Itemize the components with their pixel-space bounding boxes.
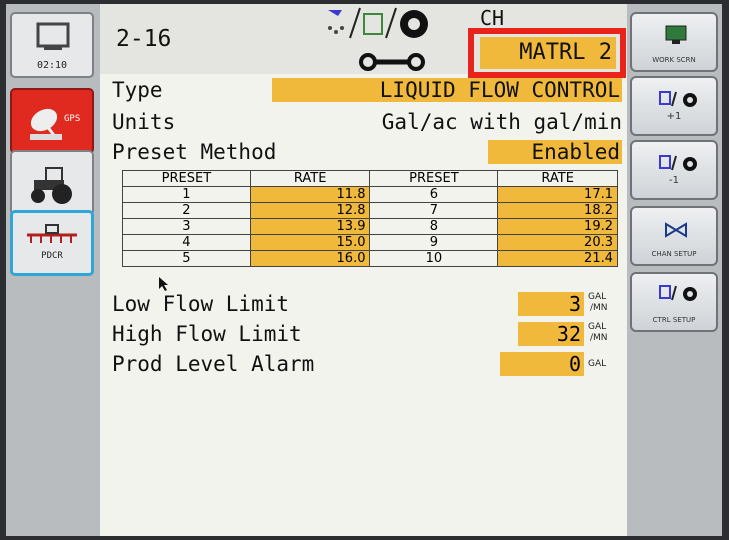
minus-one-label: -1 [669,175,679,186]
boom-sprayer-icon [27,224,77,243]
gps-label: GPS [64,114,81,124]
work-screen-icon [665,25,687,44]
tractor-icon [31,167,72,204]
preset-rate-table: PRESET RATE PRESET RATE 1 11.8 6 17.1 2 … [122,170,618,267]
work-screen-button[interactable]: WORK SCRN [630,12,718,72]
preset-number: 2 [122,202,251,219]
table-row: 1 11.8 6 17.1 [122,186,618,203]
clock-label: 02:10 [36,60,68,71]
preset-number: 4 [122,234,251,251]
preset-rate[interactable]: 17.1 [497,186,618,203]
plus-one-button[interactable]: +1 [630,76,718,136]
preset-rate[interactable]: 11.8 [249,186,371,203]
low-flow-unit-top: GAL [588,292,607,302]
preset-method-label: Preset Method [112,140,277,164]
preset-number: 7 [369,202,499,219]
preset-number: 9 [369,234,499,251]
preset-rate[interactable]: 16.0 [249,250,371,267]
preset-number: 8 [369,218,499,235]
high-flow-limit-value[interactable]: 32 [518,322,584,346]
high-flow-limit-label: High Flow Limit [112,322,302,346]
units-label: Units [112,110,176,134]
preset-number: 1 [122,186,251,203]
alarm-unit: GAL [588,359,607,369]
chan-setup-button[interactable]: CHAN SETUP [630,206,718,266]
preset-number: 6 [369,186,499,203]
units-value: Gal/ac with gal/min [381,110,622,134]
low-flow-unit-bottom: /MN [590,303,608,313]
ctrl-setup-button[interactable]: CTRL SETUP [630,272,718,332]
preset-rate[interactable]: 20.3 [497,234,618,251]
table-row: 4 15.0 9 20.3 [122,234,618,251]
prod-level-alarm-label: Prod Level Alarm [112,352,315,376]
right-sidebar: WORK SCRN +1 -1 CHAN SETUP CTRL SETUP [627,4,722,536]
preset-method-value[interactable]: Enabled [488,140,622,164]
column-header: RATE [249,170,371,187]
tractor-button[interactable] [10,150,94,216]
work-screen-label: WORK SCRN [652,56,696,64]
header-bar: 2-16 CH MATRL 2 [100,4,627,78]
chan-setup-label: CHAN SETUP [651,250,697,258]
low-flow-limit-value[interactable]: 3 [518,292,584,316]
prod-level-alarm-value[interactable]: 0 [500,352,584,376]
left-sidebar: 02:10 GPS PDCR [6,4,100,536]
type-value[interactable]: LIQUID FLOW CONTROL [272,78,622,102]
gps-button[interactable]: GPS [10,88,94,154]
cursor-arrow-icon [159,277,168,291]
screen-code: 2-16 [116,26,172,52]
table-header-row: PRESET RATE PRESET RATE [122,170,618,187]
type-label: Type [112,78,163,102]
preset-number: 3 [122,218,251,235]
column-header: PRESET [369,170,499,187]
preset-number: 5 [122,250,251,267]
preset-rate[interactable]: 13.9 [249,218,371,235]
table-row: 3 13.9 8 19.2 [122,218,618,235]
column-header: RATE [497,170,618,187]
pdcr-label: PDCR [41,251,63,261]
preset-rate[interactable]: 21.4 [497,250,618,267]
minus-one-button[interactable]: -1 [630,140,718,200]
preset-rate[interactable]: 18.2 [497,202,618,219]
pdcr-button[interactable]: PDCR [10,210,94,276]
material-highlight-box [468,28,626,78]
high-flow-unit-top: GAL [588,322,607,332]
low-flow-limit-label: Low Flow Limit [112,292,290,316]
main-content: 2-16 CH MATRL 2 Type LIQUID FLOW CONTROL… [100,4,627,536]
preset-rate[interactable]: 12.8 [249,202,371,219]
ctrl-setup-label: CTRL SETUP [652,316,696,324]
monitor-clock-button[interactable]: 02:10 [10,12,94,78]
plus-one-label: +1 [666,111,682,122]
product-setup-icon [328,7,428,71]
display-screen: 02:10 GPS PDCR 2-16 CH MATRL 2 Type LIQU… [6,4,722,536]
column-header: PRESET [122,170,251,187]
table-row: 5 16.0 10 21.4 [122,250,618,267]
preset-number: 10 [369,250,499,267]
preset-rate[interactable]: 19.2 [497,218,618,235]
valve-icon [665,222,687,238]
product-increment-icon [659,91,697,107]
preset-rate[interactable]: 15.0 [249,234,371,251]
channel-label: CH [480,6,505,30]
high-flow-unit-bottom: /MN [590,333,608,343]
product-decrement-icon [659,155,697,171]
table-row: 2 12.8 7 18.2 [122,202,618,219]
control-setup-icon [659,285,697,301]
